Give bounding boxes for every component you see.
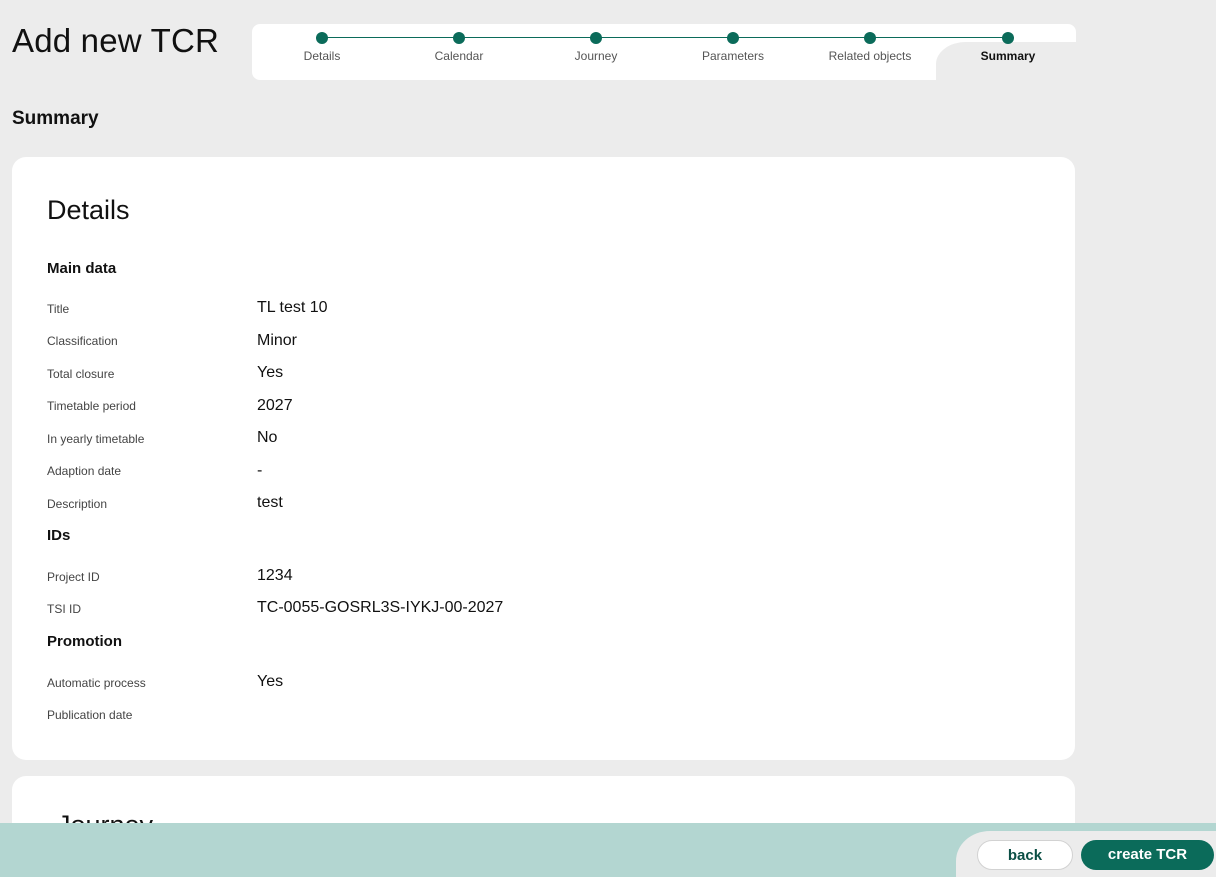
step-summary[interactable]: Summary <box>948 32 1068 63</box>
step-label: Parameters <box>701 49 765 63</box>
step-dot-icon <box>590 32 602 44</box>
back-button[interactable]: back <box>977 840 1073 870</box>
row-value: 1234 <box>257 567 293 584</box>
row-value: TC-0055-GOSRL3S-IYKJ-00-2027 <box>257 599 504 616</box>
step-dot-icon <box>864 32 876 44</box>
row-value: Yes <box>257 364 284 381</box>
page-title: Add new TCR <box>12 22 220 59</box>
row-label: Adaption date <box>47 464 122 478</box>
step-label: Calendar <box>434 49 484 63</box>
step-label: Details <box>303 49 341 63</box>
row-value: Yes <box>257 673 284 690</box>
row-label: Publication date <box>47 708 133 722</box>
step-label: Summary <box>980 49 1036 63</box>
step-calendar[interactable]: Calendar <box>399 32 519 63</box>
create-tcr-button[interactable]: create TCR <box>1081 840 1214 870</box>
row-label: Timetable period <box>47 399 136 413</box>
row-value: - <box>257 462 263 479</box>
group-title-promotion: Promotion <box>47 633 122 650</box>
row-label: Classification <box>47 334 118 348</box>
step-dot-icon <box>727 32 739 44</box>
row-value: test <box>257 494 283 511</box>
row-label: Title <box>47 302 70 316</box>
group-title-main-data: Main data <box>47 260 117 277</box>
step-dot-icon <box>453 32 465 44</box>
row-label: Automatic process <box>47 676 146 690</box>
details-card: Details Main data Title TL test 10 Class… <box>12 157 1075 760</box>
step-related-objects[interactable]: Related objects <box>810 32 930 63</box>
step-journey[interactable]: Journey <box>536 32 656 63</box>
row-label: Project ID <box>47 570 100 584</box>
row-value: TL test 10 <box>257 299 328 316</box>
row-value: No <box>257 429 278 446</box>
step-label: Journey <box>574 49 618 63</box>
step-dot-icon <box>1002 32 1014 44</box>
page: Add new TCR Details Calendar Journey Par… <box>0 0 1216 877</box>
step-parameters[interactable]: Parameters <box>673 32 793 63</box>
row-value: 2027 <box>257 397 293 414</box>
row-label: Total closure <box>47 367 115 381</box>
step-details[interactable]: Details <box>262 32 382 63</box>
step-dot-icon <box>316 32 328 44</box>
group-title-ids: IDs <box>47 527 71 544</box>
progress-stepper: Details Calendar Journey Parameters Rela… <box>252 24 1076 80</box>
row-label: Description <box>47 497 108 511</box>
row-label: In yearly timetable <box>47 432 145 446</box>
section-heading: Summary <box>12 108 99 129</box>
row-value: Minor <box>257 332 298 349</box>
card-title: Details <box>47 195 130 225</box>
row-label: TSI ID <box>47 602 82 616</box>
step-label: Related objects <box>828 49 912 63</box>
